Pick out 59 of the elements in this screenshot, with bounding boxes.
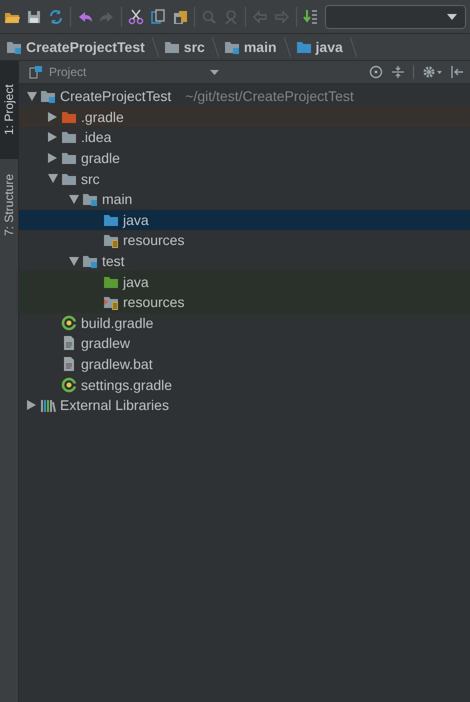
expanded-arrow-icon[interactable] <box>68 194 78 204</box>
tree-item[interactable]: .gradle <box>19 106 470 128</box>
side-tab[interactable]: 7: Structure <box>0 159 18 251</box>
sync-icon[interactable] <box>48 8 64 24</box>
locate-icon[interactable] <box>369 65 383 79</box>
tree-item[interactable]: test <box>19 250 470 272</box>
collapsed-arrow-icon[interactable] <box>48 153 57 164</box>
tree-item[interactable]: resources <box>19 230 470 251</box>
tree-item[interactable]: java <box>19 210 470 230</box>
tree-item[interactable]: gradlew <box>19 333 470 354</box>
module-folder-icon <box>6 39 22 55</box>
tree-item[interactable]: main <box>19 188 470 210</box>
tree-item[interactable]: gradle <box>19 148 470 168</box>
tree-item[interactable]: .idea <box>19 127 470 148</box>
text-file-icon <box>61 356 77 372</box>
tree-item[interactable]: External Libraries <box>19 394 470 416</box>
text-file-icon <box>61 335 77 352</box>
dropdown-arrow-icon <box>210 70 219 74</box>
folder-icon <box>164 39 180 55</box>
dropdown-arrow-icon[interactable] <box>447 14 457 20</box>
collapsed-arrow-icon[interactable] <box>48 132 57 142</box>
side-tab[interactable]: 1: Project <box>0 61 18 159</box>
paste-icon[interactable] <box>172 8 188 24</box>
module-folder-icon <box>82 191 98 208</box>
collapsed-arrow-icon[interactable] <box>27 400 36 410</box>
module-folder-icon <box>224 39 240 55</box>
collapsed-arrow-icon[interactable] <box>48 112 57 122</box>
module-folder-icon <box>82 253 98 270</box>
settings-icon[interactable] <box>422 65 442 79</box>
tree-item[interactable]: java <box>19 271 470 292</box>
gradle-file-icon <box>61 314 77 331</box>
expanded-arrow-icon[interactable] <box>48 174 58 184</box>
tree-item[interactable]: gradlew.bat <box>19 354 470 374</box>
tree-item[interactable]: build.gradle <box>19 312 470 334</box>
binary-download-icon[interactable] <box>303 8 319 24</box>
breadcrumb-item[interactable]: src <box>164 39 205 55</box>
folder-icon <box>296 39 312 55</box>
resources-folder-icon <box>103 294 119 310</box>
scissors-icon[interactable] <box>128 8 144 24</box>
libraries-icon <box>40 397 56 414</box>
copy-icon[interactable] <box>150 8 166 24</box>
tree-item[interactable]: src <box>19 168 470 189</box>
tree-item[interactable]: settings.gradle <box>19 374 470 395</box>
breadcrumb-item[interactable]: java <box>296 39 343 55</box>
expanded-arrow-icon[interactable] <box>26 92 36 101</box>
tree-item[interactable]: resources <box>19 292 470 313</box>
folder-icon <box>61 150 77 166</box>
breadcrumb-item[interactable]: main <box>224 39 277 55</box>
tree-item[interactable]: CreateProjectTest ~/git/test/CreateProjectTest <box>19 86 470 107</box>
hide-panel-icon[interactable] <box>450 65 464 79</box>
collapse-all-icon[interactable] <box>391 65 405 79</box>
breadcrumb-item[interactable]: CreateProjectTest <box>6 39 145 55</box>
folder-icon <box>61 129 77 146</box>
module-folder-icon <box>40 88 56 104</box>
project-view-icon <box>29 65 43 79</box>
save-icon[interactable] <box>26 8 42 24</box>
gradle-file-icon <box>61 376 77 393</box>
expanded-arrow-icon[interactable] <box>68 256 78 266</box>
resources-folder-icon <box>103 232 119 248</box>
